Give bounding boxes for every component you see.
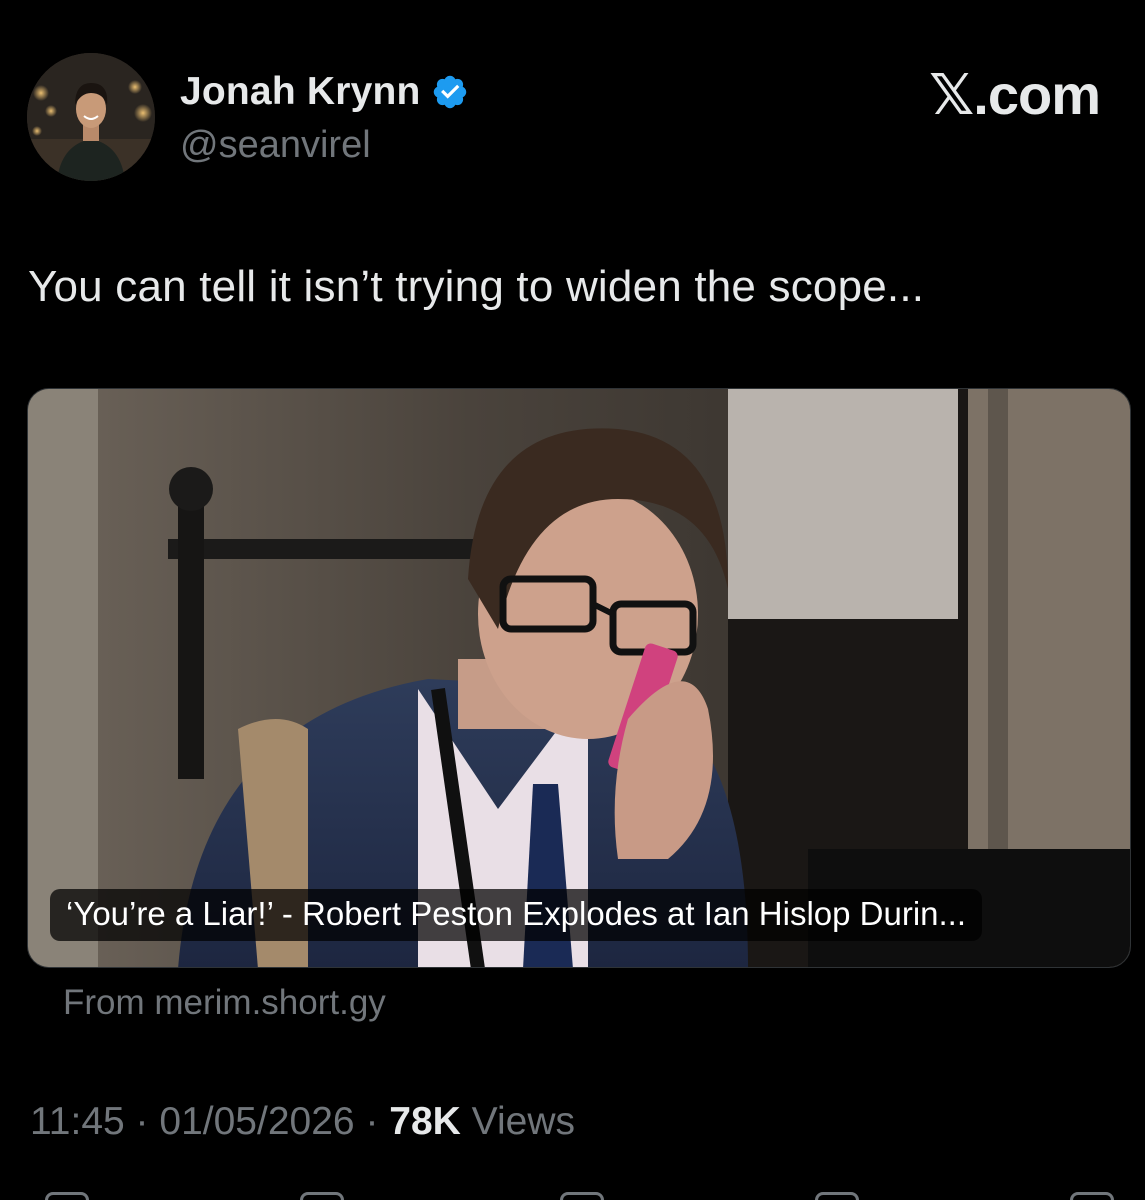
meta-separator: · (365, 1100, 379, 1143)
bookmark-icon[interactable] (815, 1192, 859, 1200)
tweet-time[interactable]: 11:45 (30, 1100, 125, 1143)
views-label: Views (471, 1100, 575, 1143)
retweet-icon[interactable] (300, 1192, 344, 1200)
author-name-row[interactable]: Jonah Krynn (180, 70, 469, 114)
tweet-meta: 11:45 · 01/05/2026 · 78K Views (30, 1100, 575, 1144)
avatar[interactable] (27, 53, 155, 181)
tweet-screenshot: Jonah Krynn @seanvirel 𝕏.com You can tel… (0, 0, 1145, 1200)
link-card[interactable]: ‘You’re a Liar!’ - Robert Peston Explode… (27, 388, 1131, 968)
share-icon[interactable] (1070, 1192, 1114, 1200)
reply-icon[interactable] (45, 1192, 89, 1200)
display-name[interactable]: Jonah Krynn (180, 70, 421, 114)
tweet-text: You can tell it isn’t trying to widen th… (28, 262, 925, 311)
action-bar (0, 1188, 1145, 1200)
views-count[interactable]: 78K (389, 1100, 461, 1143)
author-handle[interactable]: @seanvirel (180, 124, 371, 167)
site-brand-label: 𝕏.com (929, 63, 1101, 126)
like-icon[interactable] (560, 1192, 604, 1200)
avatar-image (27, 53, 155, 181)
link-card-source[interactable]: From merim.short.gy (63, 983, 386, 1023)
tweet-date[interactable]: 01/05/2026 (159, 1100, 354, 1143)
verified-badge-icon (433, 75, 466, 109)
link-card-title[interactable]: ‘You’re a Liar!’ - Robert Peston Explode… (50, 889, 983, 941)
meta-separator: · (135, 1100, 149, 1143)
link-card-image (28, 389, 1130, 967)
